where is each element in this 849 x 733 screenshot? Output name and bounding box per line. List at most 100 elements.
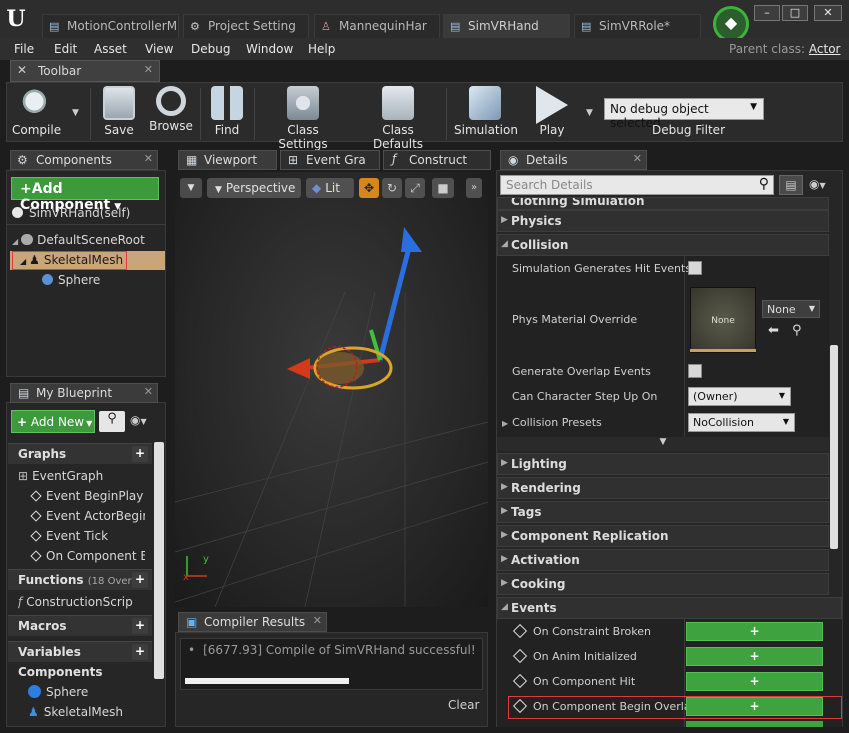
event-tick-item[interactable]: Event Tick <box>30 529 145 543</box>
details-view-options[interactable]: ◉▼ <box>809 177 826 191</box>
toolbar-tab[interactable]: ✕ Toolbar ✕ <box>10 60 160 82</box>
compiler-results-tab[interactable]: ▣ Compiler Results ✕ <box>178 612 327 632</box>
viewport-expand-button[interactable]: » <box>466 178 482 198</box>
phys-material-thumbnail[interactable]: None <box>690 287 756 353</box>
visibility-options[interactable]: ◉▼ <box>130 413 147 427</box>
tab-mannequin[interactable]: ♙ MannequinHar <box>314 14 440 38</box>
rotate-tool-button[interactable]: ↻ <box>382 178 402 198</box>
menu-view[interactable]: View <box>145 42 173 56</box>
tab-project-settings[interactable]: ⚙ Project Setting <box>183 14 309 38</box>
section-rendering[interactable]: ▶ Rendering <box>497 477 829 499</box>
minimize-button[interactable]: – <box>754 5 780 21</box>
menu-debug[interactable]: Debug <box>191 42 230 56</box>
lit-button[interactable]: ◆ Lit <box>306 178 354 198</box>
use-selected-arrow-icon[interactable]: ⬅ <box>768 323 779 338</box>
eventgraph-item[interactable]: ⊞ EventGraph <box>18 469 103 483</box>
tab-construction-script[interactable]: ƒ Construct <box>383 150 491 170</box>
section-tags[interactable]: ▶ Tags <box>497 501 829 523</box>
scrollbar[interactable] <box>154 442 164 679</box>
add-constraint-broken-button[interactable]: + <box>686 622 823 641</box>
save-button[interactable]: Save <box>99 86 139 137</box>
section-activation[interactable]: ▶ Activation <box>497 549 829 571</box>
add-begin-overlap-button[interactable]: + <box>686 697 823 716</box>
menu-window[interactable]: Window <box>246 42 293 56</box>
class-defaults-button[interactable]: Class Defaults <box>356 86 440 151</box>
browse-button[interactable]: Browse <box>148 86 194 133</box>
variable-sphere[interactable]: Sphere <box>28 685 88 699</box>
viewport-canvas[interactable]: xy <box>174 172 489 608</box>
compile-button[interactable]: Compile <box>12 86 61 137</box>
add-component-hit-button[interactable]: + <box>686 672 823 691</box>
advanced-toggle[interactable]: ▼ <box>497 437 829 451</box>
section-physics[interactable]: ▶ Physics <box>497 210 829 232</box>
tab-motioncontroller[interactable]: ▤ MotionControllerM <box>42 14 179 38</box>
class-settings-button[interactable]: Class Settings <box>262 86 344 151</box>
component-self[interactable]: SimVRHand(self) <box>12 206 130 220</box>
add-new-button[interactable]: + Add New ▼ <box>11 410 95 433</box>
add-graph-button[interactable]: + <box>132 446 148 462</box>
scale-tool-button[interactable]: ⤢ <box>405 178 425 198</box>
close-icon[interactable]: ✕ <box>144 152 153 165</box>
play-options-icon[interactable]: ▼ <box>586 108 593 118</box>
overlap-checkbox[interactable] <box>688 364 702 378</box>
macros-header[interactable]: Macros + <box>8 615 152 636</box>
log-scrollbar[interactable] <box>185 678 349 684</box>
tab-viewport[interactable]: ▦ Viewport <box>178 150 277 170</box>
parent-class-link[interactable]: Actor <box>809 42 841 56</box>
menu-file[interactable]: File <box>14 42 34 56</box>
details-tab[interactable]: ◉ Details ✕ <box>500 150 647 170</box>
search-button[interactable]: ⚲ <box>99 411 125 432</box>
section-events[interactable]: ◢ Events <box>497 597 842 619</box>
section-lighting[interactable]: ▶ Lighting <box>497 453 829 475</box>
tree-item-defaultsceneroot[interactable]: ◢ DefaultSceneRoot <box>12 233 145 247</box>
add-macro-button[interactable]: + <box>132 618 148 634</box>
camera-speed-button[interactable]: ■ <box>432 178 454 198</box>
tab-event-graph[interactable]: ⊞ Event Gra <box>280 150 380 170</box>
phys-material-combo[interactable]: None ▼ <box>762 300 820 318</box>
tab-simvrhand[interactable]: ▤ SimVRHand <box>443 14 570 38</box>
collision-presets-row[interactable]: ▶ Collision Presets <box>502 416 602 429</box>
translate-tool-button[interactable]: ✥ <box>359 178 379 198</box>
collision-presets-combo[interactable]: NoCollision ▼ <box>688 413 795 432</box>
close-icon[interactable]: ✕ <box>144 385 153 398</box>
variable-skeletalmesh[interactable]: ♟ SkeletalMesh <box>28 705 123 719</box>
add-variable-button[interactable]: + <box>132 644 148 660</box>
menu-help[interactable]: Help <box>308 42 335 56</box>
details-search-input[interactable]: Search Details ⚲ <box>500 175 774 195</box>
add-anim-initialized-button[interactable]: + <box>686 647 823 666</box>
functions-header[interactable]: Functions (18 Overrid + <box>8 569 152 590</box>
components-tab[interactable]: ⚙ Components ✕ <box>10 150 158 170</box>
event-oncomponent-item[interactable]: On Component B <box>30 549 145 563</box>
perspective-button[interactable]: ▼ Perspective <box>207 178 301 198</box>
close-icon[interactable]: ✕ <box>144 63 153 76</box>
menu-asset[interactable]: Asset <box>94 42 127 56</box>
section-clothing-simulation[interactable]: Clothing Simulation <box>497 197 829 210</box>
viewport-options-button[interactable]: ▼ <box>180 178 202 198</box>
construction-script-item[interactable]: ƒ ConstructionScrip <box>18 595 146 609</box>
close-button[interactable]: ✕ <box>814 5 842 21</box>
components-category[interactable]: Components <box>18 665 103 679</box>
add-function-button[interactable]: + <box>132 572 148 588</box>
tree-item-sphere[interactable]: Sphere <box>42 273 100 287</box>
maximize-button[interactable]: □ <box>782 5 808 21</box>
next-event-button-partial[interactable] <box>686 721 823 727</box>
close-icon[interactable]: ✕ <box>633 152 642 165</box>
section-component-replication[interactable]: ▶ Component Replication <box>497 525 829 547</box>
compile-options-icon[interactable]: ▼ <box>72 108 79 118</box>
event-beginplay-item[interactable]: Event BeginPlay <box>30 489 145 503</box>
add-component-button[interactable]: +Add Component ▼ <box>11 177 159 213</box>
my-blueprint-tab[interactable]: ▤ My Blueprint ✕ <box>10 383 158 403</box>
graphs-header[interactable]: Graphs + <box>8 443 152 464</box>
tab-simvrrole[interactable]: ▤ SimVRRole* <box>574 14 701 38</box>
sim-hit-checkbox[interactable] <box>688 261 702 275</box>
browse-magnifier-icon[interactable]: ⚲ <box>792 323 802 338</box>
variables-header[interactable]: Variables + <box>8 641 152 662</box>
clear-button[interactable]: Clear <box>448 698 479 712</box>
section-cooking[interactable]: ▶ Cooking <box>497 573 829 595</box>
tree-item-skeletalmesh[interactable]: ◢ ♟ SkeletalMesh <box>20 253 123 267</box>
find-button[interactable]: Find <box>207 86 247 137</box>
close-icon[interactable]: ✕ <box>313 614 322 627</box>
details-scrollbar[interactable] <box>830 345 838 549</box>
play-button[interactable]: Play <box>528 86 576 137</box>
event-actorbegin-item[interactable]: Event ActorBegir <box>30 509 145 523</box>
